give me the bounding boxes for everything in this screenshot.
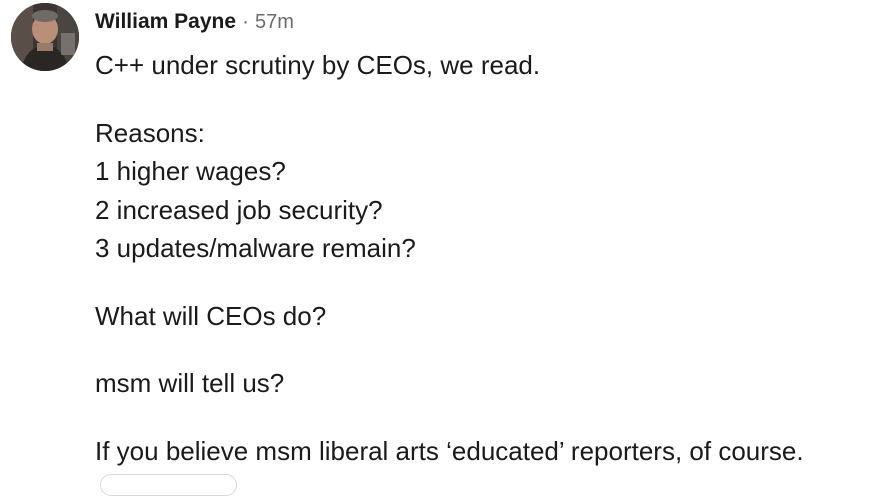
comment-post: William Payne · 57m C++ under scrutiny b… (0, 0, 880, 496)
author-name[interactable]: William Payne (95, 10, 236, 34)
post-body: C++ under scrutiny by CEOs, we read. Rea… (95, 46, 875, 470)
body-line: 3 updates/malware remain? (95, 233, 416, 263)
avatar-photo (11, 3, 79, 71)
body-line: 1 higher wages? (95, 156, 286, 186)
body-line: What will CEOs do? (95, 300, 327, 331)
body-line: msm will tell us? (95, 368, 285, 398)
body-line: Reasons: (95, 117, 205, 148)
reactions-bar[interactable] (100, 474, 237, 496)
body-line: 2 increased job security? (95, 194, 383, 225)
author-avatar[interactable] (11, 3, 79, 71)
post-header: William Payne · 57m (95, 10, 294, 38)
body-line: If you believe msm liberal arts ‘educate… (95, 435, 804, 466)
body-line: C++ under scrutiny by CEOs, we read. (95, 50, 541, 80)
post-timestamp[interactable]: 57m (255, 11, 294, 34)
separator-dot: · (242, 10, 250, 33)
